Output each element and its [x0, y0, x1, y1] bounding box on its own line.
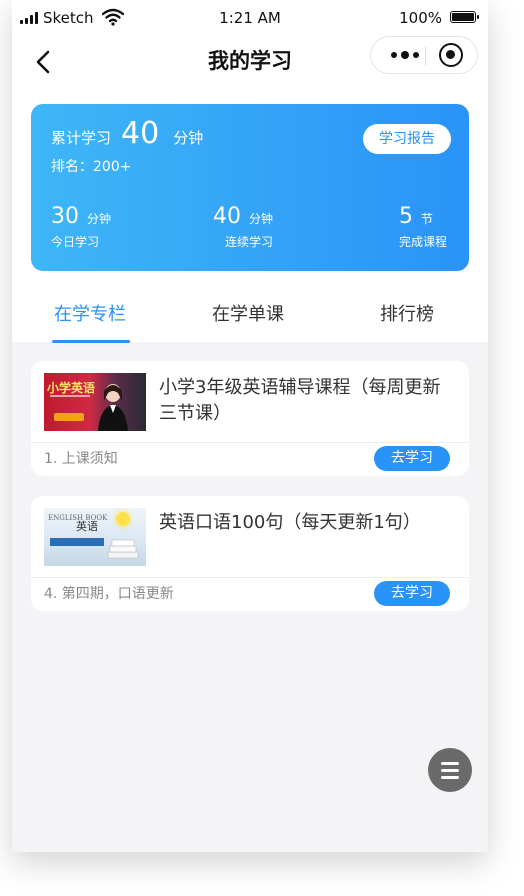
stat-caption: 完成课程 [399, 235, 448, 249]
course-thumbnail: ENGLISH BOOK 英语 [44, 508, 146, 566]
total-study-time: 累计学习 40 分钟 [51, 116, 203, 151]
study-summary-card: 累计学习 40 分钟 排名：200+ 学习报告 30 分钟 今日学习 40 分钟… [31, 104, 469, 271]
menu-icon [441, 761, 459, 765]
rank-text: 排名：200+ [51, 159, 132, 175]
stat-caption: 今日学习 [51, 235, 100, 249]
active-tab-indicator [52, 340, 130, 343]
course-latest-lesson: 1. 上课须知 [44, 451, 118, 467]
stat-value: 30 [51, 204, 79, 229]
stat-unit: 节 [421, 212, 434, 226]
study-report-button[interactable]: 学习报告 [363, 124, 451, 154]
course-thumbnail: 小学英语 [44, 373, 146, 431]
stat-unit: 分钟 [87, 212, 112, 226]
go-study-button[interactable]: 去学习 [374, 581, 450, 606]
course-latest-lesson: 4. 第四期，口语更新 [44, 586, 174, 602]
teacher-image [98, 384, 128, 431]
stat-completed: 5 节 完成课程 [399, 204, 447, 250]
stat-today: 30 分钟 今日学习 [51, 204, 111, 250]
total-value: 40 [121, 116, 160, 151]
stat-value: 5 [399, 204, 413, 229]
tab-bar: 在学专栏 在学单课 排行榜 [12, 290, 488, 343]
phone-screen: Sketch 1:21 AM 100% 我的学习 累计学习 40 分钟 排名：2… [12, 0, 488, 852]
course-card[interactable]: ENGLISH BOOK 英语 英语口语100句（每天更新1句） 4. 第四期，… [31, 496, 469, 611]
total-unit: 分钟 [173, 129, 204, 147]
close-target-icon[interactable] [439, 43, 463, 67]
course-title[interactable]: 英语口语100句（每天更新1句） [159, 510, 449, 536]
course-title[interactable]: 小学3年级英语辅导课程（每周更新三节课） [159, 375, 449, 427]
nav-bar: 我的学习 [12, 36, 488, 88]
lightbulb-icon [116, 512, 130, 526]
tab-single-lessons[interactable]: 在学单课 [212, 300, 284, 326]
floating-menu-button[interactable] [428, 748, 472, 792]
more-icon[interactable] [385, 37, 425, 73]
go-study-button[interactable]: 去学习 [374, 446, 450, 471]
status-bar: Sketch 1:21 AM 100% [12, 0, 488, 36]
battery-icon [450, 11, 479, 23]
stat-streak: 40 分钟 连续学习 [213, 204, 273, 250]
stat-value: 40 [213, 204, 241, 229]
mini-program-capsule [370, 36, 478, 74]
tab-leaderboard[interactable]: 排行榜 [380, 300, 434, 326]
battery-percent: 100% [399, 9, 442, 27]
capsule-divider [425, 46, 426, 66]
thumb-title: 小学英语 [47, 381, 96, 395]
stat-caption: 连续学习 [225, 235, 274, 249]
stat-unit: 分钟 [249, 212, 274, 226]
thumb-title: 英语 [76, 520, 98, 533]
course-card[interactable]: 小学英语 小学3年级英语辅导课程（每周更新三节课） 1. 上课须知 去学习 [31, 361, 469, 476]
divider [31, 577, 469, 578]
divider [31, 442, 469, 443]
books-image [107, 539, 139, 559]
total-label: 累计学习 [51, 129, 112, 147]
tab-columns[interactable]: 在学专栏 [54, 300, 126, 326]
